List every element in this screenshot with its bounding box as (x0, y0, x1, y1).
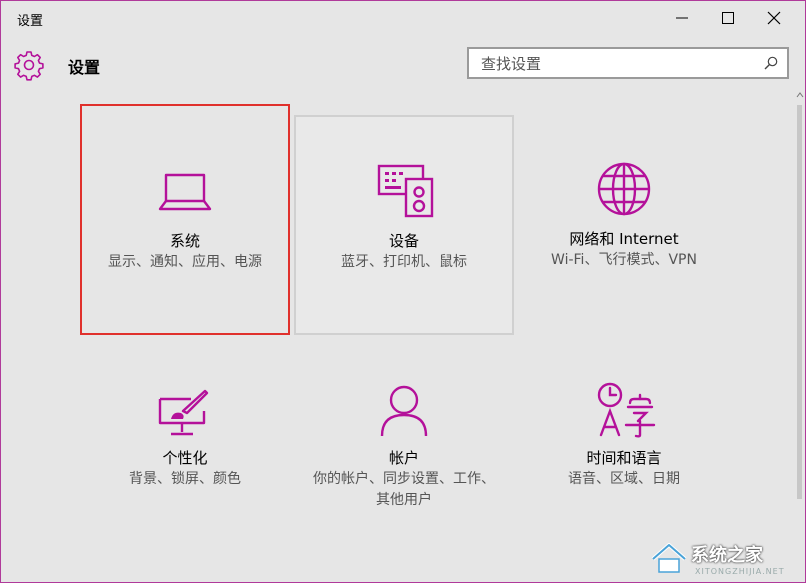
tile-personalization[interactable]: 个性化 背景、锁屏、颜色 (80, 347, 290, 527)
time-language-icon (597, 382, 656, 438)
tile-devices-desc: 蓝牙、打印机、鼠标 (341, 254, 467, 270)
tile-personalization-desc: 背景、锁屏、颜色 (129, 471, 241, 487)
tile-network[interactable]: 网络和 Internet Wi-Fi、飞行模式、VPN (516, 115, 732, 335)
watermark-text: 系统之家 (691, 545, 763, 566)
house-logo-icon (651, 543, 687, 573)
scrollbar[interactable] (796, 91, 804, 543)
tile-time-language-name: 时间和语言 (586, 449, 662, 467)
search-input[interactable] (479, 53, 763, 75)
tile-devices[interactable]: 设备 蓝牙、打印机、鼠标 (294, 115, 514, 335)
laptop-icon (158, 173, 212, 211)
tile-system-desc: 显示、通知、应用、电源 (108, 254, 262, 270)
maximize-icon (722, 12, 734, 24)
devices-icon (377, 164, 434, 218)
window-title: 设置 (17, 14, 44, 29)
globe-icon (597, 162, 651, 216)
tile-time-language[interactable]: 时间和语言 语音、区域、日期 (516, 347, 732, 527)
personalization-icon (158, 389, 209, 436)
tile-system-name: 系统 (169, 232, 200, 250)
minimize-button[interactable] (659, 1, 705, 35)
tile-accounts-desc: 你的帐户、同步设置、工作、其他用户 (313, 471, 495, 508)
user-icon (380, 385, 428, 437)
maximize-button[interactable] (705, 1, 751, 35)
watermark-subtext: XITONGZHIJIA.NET (695, 567, 785, 576)
tile-accounts[interactable]: 帐户 你的帐户、同步设置、工作、其他用户 (298, 347, 510, 527)
tile-system[interactable]: 系统 显示、通知、应用、电源 (80, 104, 290, 335)
scroll-up-arrow-icon[interactable] (796, 91, 804, 99)
tile-devices-name: 设备 (388, 232, 419, 250)
gear-icon (14, 51, 44, 81)
tile-network-name: 网络和 Internet (569, 230, 679, 248)
minimize-icon (676, 17, 688, 19)
tile-accounts-name: 帐户 (388, 449, 419, 467)
tile-personalization-name: 个性化 (162, 449, 208, 467)
title-bar[interactable]: 设置 (1, 1, 805, 35)
search-box[interactable] (467, 47, 789, 79)
close-button[interactable] (751, 1, 797, 35)
settings-header: 设置 (1, 41, 805, 89)
close-icon (767, 11, 781, 25)
search-icon[interactable] (763, 55, 779, 71)
page-title: 设置 (68, 58, 101, 77)
tile-time-language-desc: 语音、区域、日期 (568, 471, 680, 487)
tile-network-desc: Wi-Fi、飞行模式、VPN (551, 252, 697, 268)
settings-window: 设置 设置 查找设置 系统 显示、通知、应用、电源 设备 蓝牙、打印机、鼠标 网… (0, 0, 806, 583)
scrollbar-thumb[interactable] (797, 105, 802, 499)
watermark: 系统之家 XITONGZHIJIA.NET (645, 535, 805, 581)
